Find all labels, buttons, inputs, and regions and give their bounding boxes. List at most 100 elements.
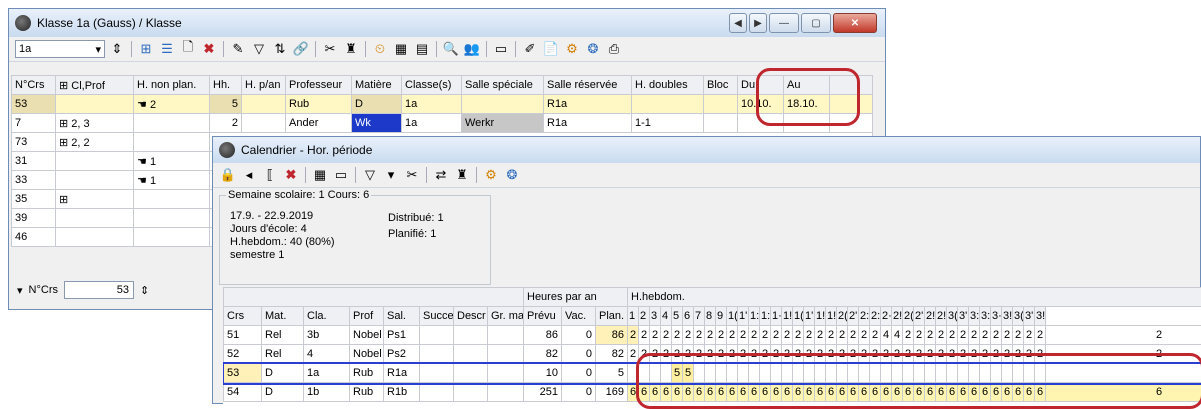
week-cell[interactable]: 2 xyxy=(870,326,881,345)
week-header[interactable]: 1! xyxy=(815,307,826,326)
new-icon[interactable]: 🗋 xyxy=(179,40,197,58)
week-cell[interactable]: 2 xyxy=(749,326,760,345)
cell[interactable]: 82 xyxy=(596,345,628,364)
cell[interactable]: Ps1 xyxy=(384,326,420,345)
cell[interactable]: Wk xyxy=(352,114,402,133)
cell[interactable]: 0 xyxy=(562,345,596,364)
week-header[interactable]: 2' xyxy=(848,307,859,326)
column-header[interactable]: H. p/an xyxy=(242,76,286,95)
column-header[interactable]: Succe xyxy=(420,307,454,326)
week-cell[interactable]: 4 xyxy=(881,326,892,345)
week-header[interactable]: 2( xyxy=(837,307,848,326)
week-header[interactable]: 2! xyxy=(936,307,947,326)
wand-icon[interactable]: ✐ xyxy=(521,40,539,58)
help-icon[interactable]: ❂ xyxy=(503,166,521,184)
footer-field[interactable]: 53 xyxy=(64,281,134,299)
cell[interactable]: R1b xyxy=(384,383,420,402)
week-cell[interactable]: 2 xyxy=(628,326,639,345)
cell[interactable]: R1a xyxy=(544,95,632,114)
settings-icon[interactable]: ⚙ xyxy=(563,40,581,58)
cell[interactable]: 53 xyxy=(12,95,56,114)
week-cell[interactable]: 2 xyxy=(771,326,782,345)
help-icon[interactable]: ❂ xyxy=(584,40,602,58)
week-cell[interactable]: 2 xyxy=(760,326,771,345)
cell[interactable]: 10 xyxy=(524,364,562,383)
cell[interactable]: Ander xyxy=(286,114,352,133)
week-header[interactable]: 6 xyxy=(683,307,694,326)
cell[interactable]: Ps2 xyxy=(384,345,420,364)
week-cell[interactable]: 2 xyxy=(672,326,683,345)
list-icon[interactable]: ☰ xyxy=(158,40,176,58)
nav-left-icon[interactable]: ◀ xyxy=(729,13,747,33)
cell[interactable]: 5 xyxy=(596,364,628,383)
cell[interactable]: 7 xyxy=(12,114,56,133)
cell[interactable]: 0 xyxy=(562,326,596,345)
week-cell[interactable]: 2 xyxy=(859,326,870,345)
cell[interactable]: Rub xyxy=(286,95,352,114)
week-cell[interactable]: 2 xyxy=(837,326,848,345)
cell[interactable]: R1a xyxy=(544,114,632,133)
cell[interactable]: 53 xyxy=(224,364,262,383)
cell[interactable]: 0 xyxy=(562,364,596,383)
week-header[interactable]: 3! xyxy=(1002,307,1013,326)
week-cell[interactable]: 2 xyxy=(947,326,958,345)
week-header[interactable]: 1· xyxy=(771,307,782,326)
cell[interactable]: 51 xyxy=(224,326,262,345)
cell[interactable]: 39 xyxy=(12,209,56,228)
cell[interactable]: 2 xyxy=(210,114,242,133)
week-cell[interactable]: 2 xyxy=(1046,326,1201,345)
users-icon[interactable]: 👥 xyxy=(463,40,481,58)
week-cell[interactable]: 2 xyxy=(1013,326,1024,345)
week-header[interactable]: 9 xyxy=(716,307,727,326)
filter-clear-icon[interactable]: ✂ xyxy=(403,166,421,184)
week-cell[interactable]: 2 xyxy=(716,326,727,345)
column-header[interactable]: Mat. xyxy=(262,307,304,326)
cell[interactable] xyxy=(56,228,134,247)
week-cell[interactable]: 2 xyxy=(925,326,936,345)
nav-right-icon[interactable]: ▶ xyxy=(749,13,767,33)
cell[interactable] xyxy=(704,95,738,114)
week-cell[interactable]: 2 xyxy=(782,326,793,345)
cell[interactable] xyxy=(242,95,286,114)
cell[interactable]: ⊞ xyxy=(56,190,134,209)
calculator-icon[interactable]: ▦ xyxy=(311,166,329,184)
week-header[interactable]: 2: xyxy=(870,307,881,326)
filter-icon[interactable]: ▽ xyxy=(250,40,268,58)
cell[interactable]: R1a xyxy=(384,364,420,383)
link-icon[interactable]: 🔗 xyxy=(292,40,310,58)
column-header[interactable]: Prévu xyxy=(524,307,562,326)
lock-icon[interactable]: 🔒 xyxy=(219,166,237,184)
transfer-icon[interactable]: ⇄ xyxy=(432,166,450,184)
cell[interactable]: 73 xyxy=(12,133,56,152)
week-cell[interactable]: 2 xyxy=(661,326,672,345)
cell[interactable]: 1a xyxy=(304,364,350,383)
cell[interactable]: 1-1 xyxy=(632,114,704,133)
column-header[interactable]: Gr. ma xyxy=(488,307,524,326)
table-row[interactable]: 53 ☚ 2 5 Rub D 1a R1a 10.10. 18.10. xyxy=(12,95,873,114)
week-cell[interactable]: 2 xyxy=(804,326,815,345)
cell[interactable]: 86 xyxy=(596,326,628,345)
column-header[interactable]: H. doubles xyxy=(632,76,704,95)
week-header[interactable]: 1' xyxy=(804,307,815,326)
table-row[interactable]: 51Rel3bNobelPs18608622222222222222222222… xyxy=(224,326,1201,345)
cell[interactable]: 5 xyxy=(210,95,242,114)
cell[interactable]: Rel xyxy=(262,326,304,345)
cell[interactable] xyxy=(462,95,544,114)
cell[interactable] xyxy=(134,228,210,247)
week-header[interactable]: 1: xyxy=(760,307,771,326)
week-header[interactable]: 4 xyxy=(661,307,672,326)
week-cell[interactable]: 2 xyxy=(958,326,969,345)
column-header[interactable]: Descr xyxy=(454,307,488,326)
cell[interactable] xyxy=(134,114,210,133)
week-header[interactable]: 2· xyxy=(881,307,892,326)
week-header[interactable]: 1! xyxy=(782,307,793,326)
table-row[interactable]: 7 ⊞ 2, 3 2 Ander Wk 1a Werkr R1a 1-1 xyxy=(12,114,873,133)
cell[interactable] xyxy=(56,95,134,114)
cell[interactable]: 31 xyxy=(12,152,56,171)
sort-icon[interactable]: ⇅ xyxy=(271,40,289,58)
cell[interactable]: ⊞ 2, 3 xyxy=(56,114,134,133)
bracket-icon[interactable]: ⟦ xyxy=(261,166,279,184)
cell[interactable]: 86 xyxy=(524,326,562,345)
week-cell[interactable]: 2 xyxy=(793,326,804,345)
column-header[interactable]: ⊞ Cl,Prof xyxy=(56,76,134,95)
